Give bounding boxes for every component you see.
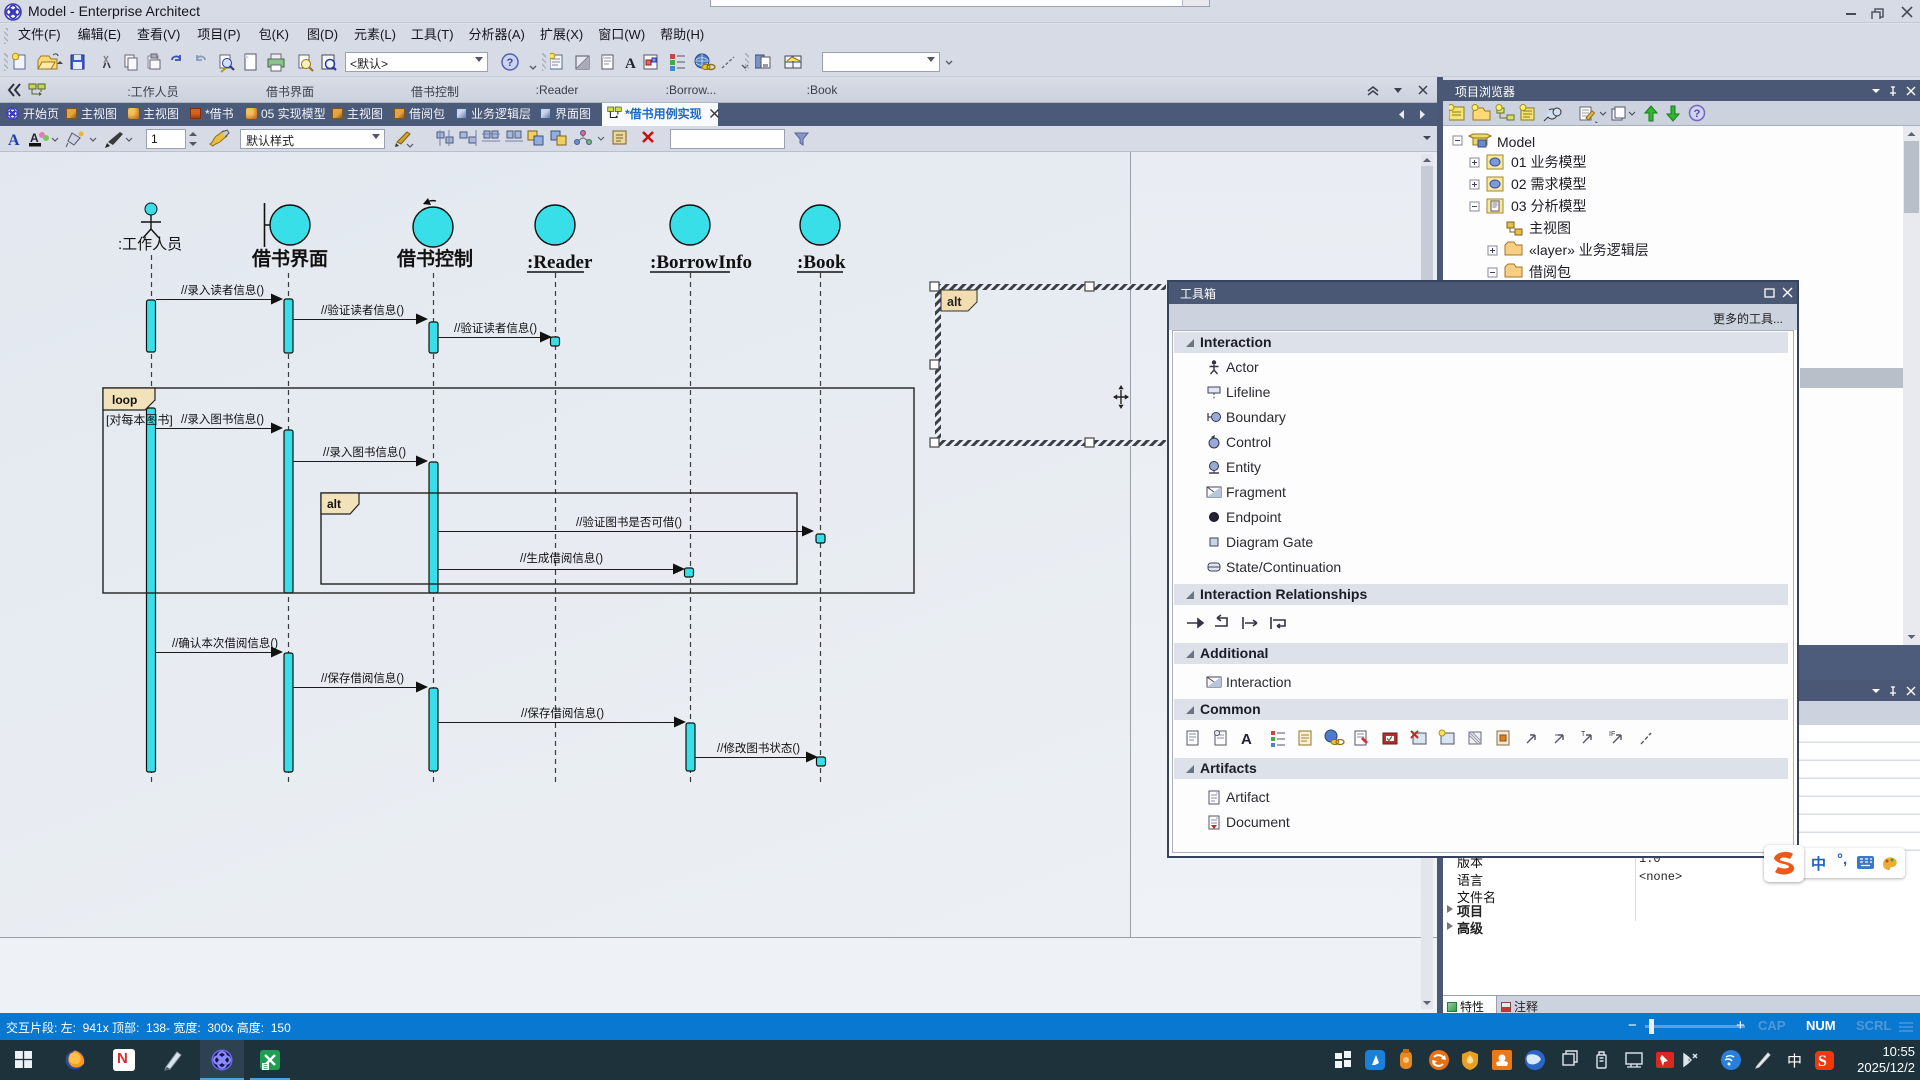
- svg-text:T: T: [1581, 731, 1586, 738]
- svg-text::工作人员: :工作人员: [118, 236, 182, 253]
- svg-text:03 分析模型: 03 分析模型: [1511, 198, 1586, 214]
- svg-text:02 需求模型: 02 需求模型: [1511, 176, 1586, 192]
- svg-text:A: A: [625, 56, 636, 72]
- svg-text:A: A: [8, 132, 20, 149]
- svg-text:借书界面: 借书界面: [251, 247, 328, 270]
- svg-text://保存借阅信息(): //保存借阅信息(): [321, 671, 404, 685]
- svg-text:alt: alt: [947, 295, 962, 309]
- svg-text://保存借阅信息(): //保存借阅信息(): [521, 706, 604, 720]
- svg-text:?: ?: [507, 57, 514, 69]
- svg-text://录入读者信息(): //录入读者信息(): [181, 283, 264, 297]
- svg-text:«layer» 业务逻辑层: «layer» 业务逻辑层: [1529, 242, 1649, 258]
- svg-text:loop: loop: [112, 393, 137, 407]
- svg-text:主视图: 主视图: [1529, 220, 1571, 236]
- svg-text://确认本次借阅信息(): //确认本次借阅信息(): [172, 636, 278, 650]
- svg-text:01 业务模型: 01 业务模型: [1511, 154, 1586, 170]
- svg-text:A: A: [30, 131, 39, 145]
- svg-text://验证读者信息(): //验证读者信息(): [454, 321, 537, 335]
- svg-text:?: ?: [1694, 108, 1701, 120]
- svg-text://录入图书信息(): //录入图书信息(): [323, 445, 406, 459]
- svg-text:Model: Model: [1497, 134, 1535, 150]
- svg-text:IF: IF: [1609, 731, 1615, 738]
- svg-text::BorrowInfo: :BorrowInfo: [650, 252, 752, 273]
- svg-text://录入图书信息(): //录入图书信息(): [181, 412, 264, 426]
- svg-text://修改图书状态(): //修改图书状态(): [717, 741, 800, 755]
- svg-text:借书控制: 借书控制: [396, 247, 473, 270]
- svg-text://验证图书是否可借(): //验证图书是否可借(): [576, 515, 682, 529]
- svg-text:A: A: [1241, 731, 1252, 748]
- svg-text:S: S: [1818, 1053, 1827, 1070]
- svg-text://生成借阅信息(): //生成借阅信息(): [520, 551, 603, 565]
- svg-text:[对每本图书]: [对每本图书]: [106, 412, 173, 427]
- svg-text://验证读者信息(): //验证读者信息(): [321, 303, 404, 317]
- svg-text:借阅包: 借阅包: [1529, 264, 1571, 280]
- svg-text:中: 中: [1787, 1053, 1802, 1070]
- svg-text::Book: :Book: [797, 252, 846, 273]
- svg-text:alt: alt: [327, 497, 341, 511]
- svg-text::Reader: :Reader: [527, 252, 593, 273]
